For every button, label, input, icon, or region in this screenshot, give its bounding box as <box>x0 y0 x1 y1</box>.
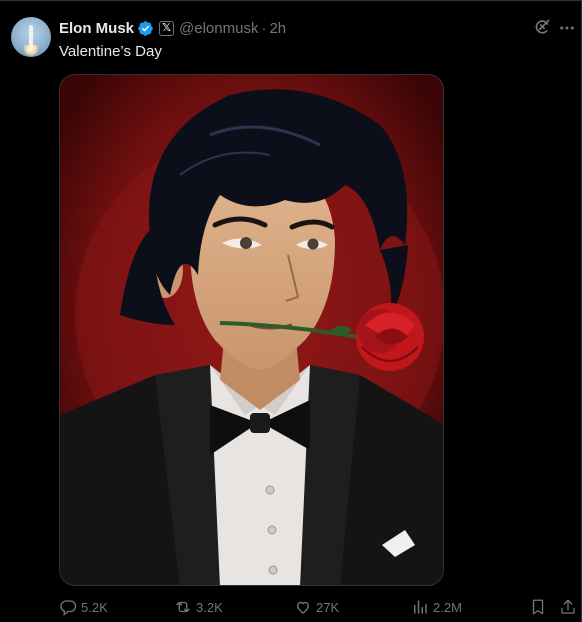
bookmark-icon <box>532 599 544 615</box>
anime-portrait-illustration <box>60 75 443 585</box>
tweet-card[interactable]: Elon Musk 𝕏 @elonmusk · 2h Valentine’s D… <box>0 0 582 622</box>
timestamp[interactable]: 2h <box>269 20 286 37</box>
bookmark-button[interactable] <box>529 597 551 617</box>
like-count: 27K <box>316 599 340 615</box>
separator-dot: · <box>261 19 267 37</box>
author-name[interactable]: Elon Musk <box>59 20 134 37</box>
grok-icon[interactable] <box>532 17 552 37</box>
more-icon[interactable] <box>558 19 576 37</box>
x-affiliate-badge: 𝕏 <box>159 20 175 36</box>
avatar-rocket <box>29 25 33 47</box>
like-icon <box>297 601 309 614</box>
views-count: 2.2M <box>433 599 462 615</box>
like-button[interactable]: 27K <box>294 597 339 617</box>
tweet-text: Valentine’s Day <box>59 43 162 60</box>
reply-icon <box>60 600 77 616</box>
repost-count: 3.2K <box>196 599 223 615</box>
repost-button[interactable]: 3.2K <box>174 597 223 617</box>
avatar[interactable] <box>11 17 51 57</box>
action-bar: 5.2K 3.2K 27K 2.2M <box>59 597 582 617</box>
share-icon <box>561 599 575 614</box>
author-handle[interactable]: @elonmusk <box>179 20 258 37</box>
share-button[interactable] <box>559 597 581 617</box>
repost-icon <box>176 601 190 613</box>
reply-count: 5.2K <box>81 599 108 615</box>
views-icon <box>414 600 427 614</box>
tweet-image[interactable] <box>59 74 444 586</box>
views-button[interactable]: 2.2M <box>411 597 462 617</box>
reply-button[interactable]: 5.2K <box>59 597 108 617</box>
verified-icon <box>138 20 153 36</box>
tweet-header: Elon Musk 𝕏 @elonmusk · 2h <box>59 18 286 38</box>
